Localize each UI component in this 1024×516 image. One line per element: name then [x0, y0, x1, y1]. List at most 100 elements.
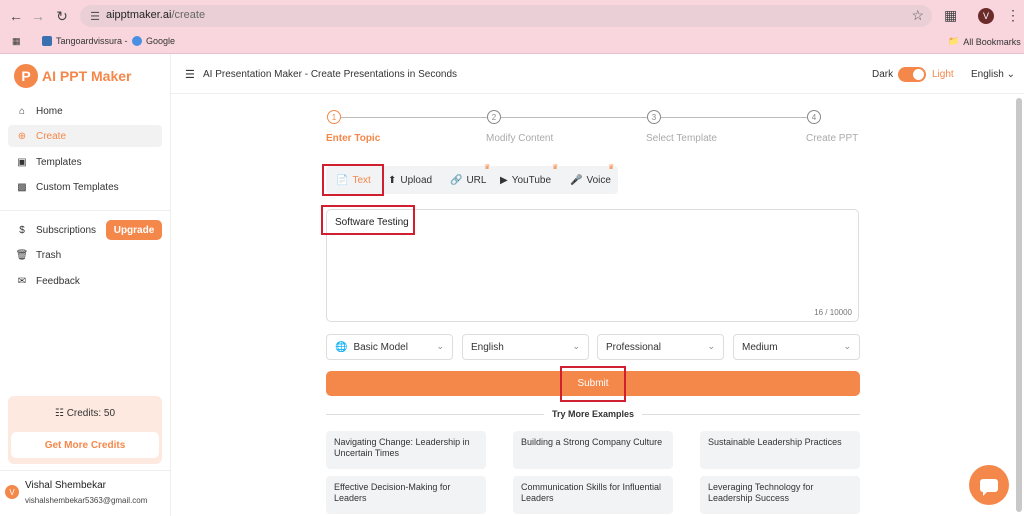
templates-icon: ▣ [17, 156, 27, 168]
sidebar-item-templates[interactable]: ▣ Templates [8, 151, 162, 173]
logo-badge: P [14, 64, 38, 88]
language-select[interactable]: English ⌄ [971, 69, 1015, 80]
crown-icon: ♛ [484, 164, 491, 171]
sidebar-item-create[interactable]: ⊕ Create [8, 125, 162, 147]
chevron-down-icon: ⌄ [1006, 69, 1015, 80]
toggle-knob [913, 69, 924, 80]
sidebar-item-feedback[interactable]: ✉ Feedback [8, 270, 162, 292]
chevron-down-icon: ⌄ [707, 341, 715, 351]
character-counter: 16 / 10000 [814, 308, 852, 317]
forward-icon[interactable]: → [28, 6, 48, 26]
address-bar[interactable]: ☰ aipptmaker.ai/create ☆ [80, 5, 932, 27]
chevron-down-icon: ⌄ [436, 341, 444, 351]
profile-avatar[interactable]: V [978, 8, 994, 24]
sidebar-item-home[interactable]: ⌂ Home [8, 100, 162, 122]
crown-icon: ♛ [608, 164, 615, 171]
avatar: V [5, 485, 19, 499]
reload-icon[interactable]: ↻ [52, 6, 72, 26]
extensions-icon[interactable]: ▦ [944, 7, 957, 24]
chevron-down-icon: ⌄ [843, 341, 851, 351]
step-2-label: Modify Content [486, 133, 554, 144]
annotation-box-text-tab [322, 164, 384, 196]
example-card[interactable]: Communication Skills for Influential Lea… [513, 476, 673, 514]
sidebar-divider [0, 210, 171, 211]
menu-icon[interactable]: ☰ [185, 68, 195, 81]
youtube-icon: ▶ [500, 174, 508, 186]
url-text: aipptmaker.ai/create [106, 9, 206, 21]
apps-icon[interactable]: ▦ [12, 36, 21, 47]
example-card[interactable]: Navigating Change: Leadership in Uncerta… [326, 431, 486, 469]
tab-youtube[interactable]: ▶ YouTube [500, 166, 551, 194]
upload-icon: ⬆ [388, 174, 397, 186]
tab-upload[interactable]: ⬆ Upload [388, 166, 432, 194]
chat-button[interactable] [969, 465, 1009, 505]
example-card[interactable]: Building a Strong Company Culture [513, 431, 673, 469]
theme-dark-label: Dark [872, 69, 894, 80]
sidebar-item-trash[interactable]: 🗑 Trash [8, 244, 162, 266]
upgrade-button[interactable]: Upgrade [106, 220, 162, 240]
step-3-marker: 3 [647, 110, 661, 124]
examples-header: Try More Examples [326, 408, 860, 422]
step-1-label: Enter Topic [326, 133, 381, 144]
site-info-icon[interactable]: ☰ [88, 9, 102, 23]
example-card[interactable]: Effective Decision-Making for Leaders [326, 476, 486, 514]
sidebar-item-custom-templates[interactable]: ▩ Custom Templates [8, 176, 162, 198]
folder-icon: 📁 [948, 36, 960, 46]
language-select-dropdown[interactable]: English ⌄ [462, 334, 589, 360]
annotation-box-topic [321, 205, 415, 235]
plus-circle-icon: ⊕ [17, 130, 27, 142]
model-select[interactable]: 🌐 Basic Model ⌄ [326, 334, 453, 360]
sidebar: P AI PPT Maker ⌂ Home ⊕ Create ▣ Templat… [0, 54, 171, 516]
chevron-down-icon: ⌄ [572, 341, 580, 351]
browser-menu-icon[interactable]: ⋮ [1006, 7, 1020, 24]
step-3-label: Select Template [646, 133, 717, 144]
link-icon: 🔗 [450, 174, 463, 186]
database-icon: ☷ [54, 408, 64, 419]
trash-icon: 🗑 [15, 249, 29, 261]
example-card[interactable]: Leveraging Technology for Leadership Suc… [700, 476, 860, 514]
step-connector [501, 117, 647, 118]
step-connector [661, 117, 807, 118]
theme-toggle[interactable] [898, 67, 926, 82]
chat-icon [980, 478, 998, 496]
tab-voice[interactable]: 🎤 Voice [570, 166, 611, 194]
wordpress-icon [42, 36, 52, 46]
step-2-marker: 2 [487, 110, 501, 124]
page-scrollbar[interactable] [1016, 98, 1022, 512]
examples-title: Try More Examples [551, 409, 635, 419]
all-bookmarks[interactable]: 📁 All Bookmarks [948, 36, 1021, 47]
back-icon[interactable]: ← [6, 6, 26, 26]
step-connector [341, 117, 487, 118]
tone-select[interactable]: Professional ⌄ [597, 334, 724, 360]
browser-toolbar: ← → ↻ ☰ aipptmaker.ai/create ☆ ▦ V ⋮ [0, 0, 1024, 32]
example-card[interactable]: Sustainable Leadership Practices [700, 431, 860, 469]
bookmark-item[interactable]: Tangoardvissura - [42, 36, 128, 46]
home-icon: ⌂ [18, 105, 26, 117]
page-title: AI Presentation Maker - Create Presentat… [203, 69, 458, 80]
bookmark-star-icon[interactable]: ☆ [911, 7, 924, 24]
app-header: ☰ AI Presentation Maker - Create Present… [171, 54, 1024, 94]
microphone-icon: 🎤 [570, 174, 583, 186]
bookmarks-bar: ▦ Tangoardvissura - Google 📁 All Bookmark… [0, 32, 1024, 54]
sidebar-item-subscriptions[interactable]: $ Subscriptions [8, 219, 98, 241]
tab-url[interactable]: 🔗 URL [450, 166, 486, 194]
credits-panel: ☷ Credits: 50 Get More Credits [8, 396, 162, 464]
custom-templates-icon: ▩ [17, 181, 27, 193]
get-more-credits-button[interactable]: Get More Credits [11, 432, 159, 458]
annotation-box-submit [560, 366, 626, 402]
user-name: Vishal Shembekar [25, 480, 106, 491]
dollar-icon: $ [19, 224, 25, 236]
credits-info: ☷ Credits: 50 [54, 408, 116, 419]
length-select[interactable]: Medium ⌄ [733, 334, 860, 360]
logo-text: AI PPT Maker [42, 68, 132, 84]
step-4-marker: 4 [807, 110, 821, 124]
logo[interactable]: P AI PPT Maker [14, 64, 131, 88]
user-email: vishalshembekar5363@gmail.com [25, 496, 148, 505]
globe-icon: 🌐 [335, 341, 348, 353]
step-1-marker: 1 [327, 110, 341, 124]
step-4-label: Create PPT [806, 133, 859, 144]
theme-light-label: Light [932, 69, 954, 80]
google-icon [132, 36, 142, 46]
user-profile[interactable]: V Vishal Shembekar vishalshembekar5363@g… [0, 470, 171, 516]
bookmark-item[interactable]: Google [132, 36, 175, 46]
